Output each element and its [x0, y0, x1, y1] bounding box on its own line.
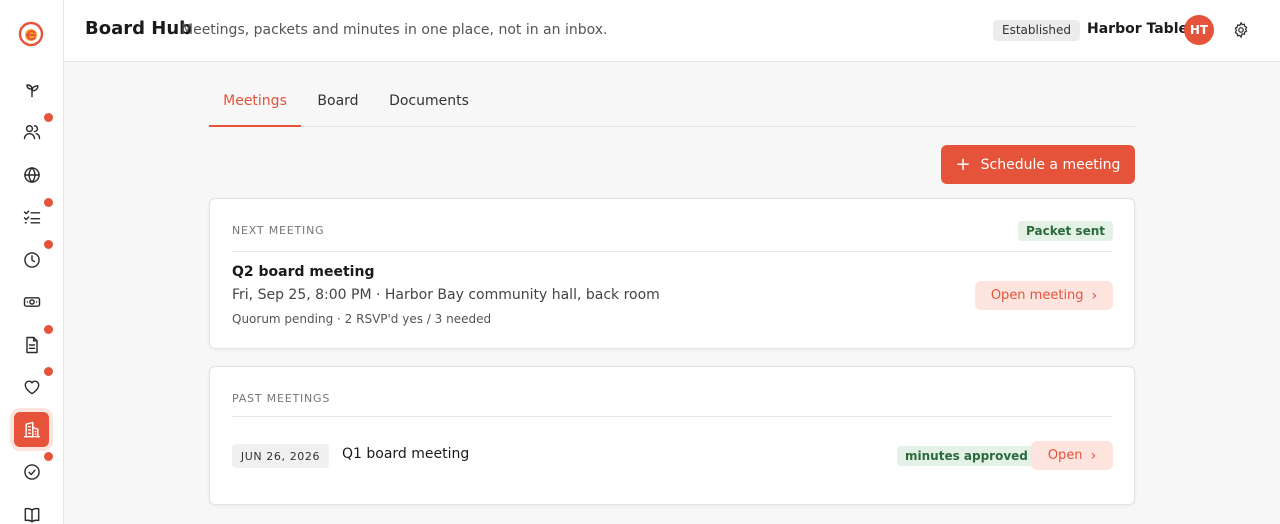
chevron-right-icon: › [1090, 447, 1097, 464]
sidebar-item-approvals[interactable] [14, 454, 49, 489]
meeting-title: Q2 board meeting [232, 264, 375, 280]
checklist-icon [23, 209, 40, 224]
page-subtitle: Meetings, packets and minutes in one pla… [181, 22, 608, 38]
sidebar-item-tasks[interactable] [14, 199, 49, 234]
avatar[interactable]: HT [1184, 15, 1214, 45]
sidebar-item-growth[interactable] [14, 72, 49, 107]
schedule-meeting-label: Schedule a meeting [980, 156, 1121, 173]
document-icon [25, 336, 38, 353]
tab-documents[interactable]: Documents [379, 79, 479, 127]
users-icon [23, 124, 40, 139]
meeting-datetime-location: Fri, Sep 25, 8:00 PM · Harbor Bay commun… [232, 287, 660, 303]
clock-icon [23, 251, 40, 268]
sidebar-item-people[interactable] [14, 114, 49, 149]
check-circle-icon [23, 463, 40, 480]
sidebar-item-donors[interactable] [14, 369, 49, 404]
tab-bar: Meetings Board Documents [209, 79, 1135, 127]
schedule-meeting-button[interactable]: + Schedule a meeting [941, 145, 1135, 184]
tab-board[interactable]: Board [307, 79, 369, 127]
building-icon [23, 421, 40, 437]
sidebar-item-board-hub[interactable] [14, 412, 49, 447]
divider [232, 251, 1112, 252]
section-label: NEXT MEETING [232, 224, 325, 237]
plus-icon: + [955, 153, 971, 175]
sidebar-item-web[interactable] [14, 157, 49, 192]
next-meeting-card: NEXT MEETING Packet sent Q2 board meetin… [209, 198, 1135, 349]
sidebar-item-guide[interactable] [14, 497, 49, 524]
divider [232, 416, 1112, 417]
past-meetings-card: PAST MEETINGS JUN 26, 2026 Q1 board meet… [209, 366, 1135, 505]
tab-meetings[interactable]: Meetings [209, 79, 301, 127]
open-meeting-label: Open meeting [990, 288, 1084, 303]
settings-button[interactable] [1231, 20, 1251, 40]
status-badge: Packet sent [1018, 221, 1113, 241]
open-meeting-button[interactable]: Open meeting › [975, 281, 1113, 310]
globe-icon [23, 166, 40, 183]
past-meeting-title: Q1 board meeting [342, 446, 470, 462]
section-label: PAST MEETINGS [232, 392, 331, 405]
top-bar: Board Hub Meetings, packets and minutes … [64, 0, 1280, 62]
sprout-icon [25, 83, 39, 97]
quorum-status: Quorum pending · 2 RSVP'd yes / 3 needed [232, 312, 492, 326]
app-logo[interactable] [18, 21, 44, 47]
heart-icon [24, 379, 39, 394]
org-name[interactable]: Harbor Table [1087, 21, 1188, 37]
sidebar-item-history[interactable] [14, 242, 49, 277]
sidebar [0, 0, 64, 524]
status-badge: minutes approved [897, 446, 1036, 466]
sidebar-item-finance[interactable] [14, 284, 49, 319]
open-label: Open [1047, 448, 1083, 463]
page-title: Board Hub [85, 18, 193, 39]
tier-badge: Established [993, 20, 1081, 41]
open-past-meeting-button[interactable]: Open › [1031, 441, 1113, 470]
date-chip: JUN 26, 2026 [232, 444, 329, 468]
sidebar-item-documents[interactable] [14, 327, 49, 362]
book-icon [24, 507, 39, 522]
money-icon [23, 296, 40, 307]
gear-icon [1234, 21, 1248, 39]
chevron-right-icon: › [1091, 287, 1098, 304]
